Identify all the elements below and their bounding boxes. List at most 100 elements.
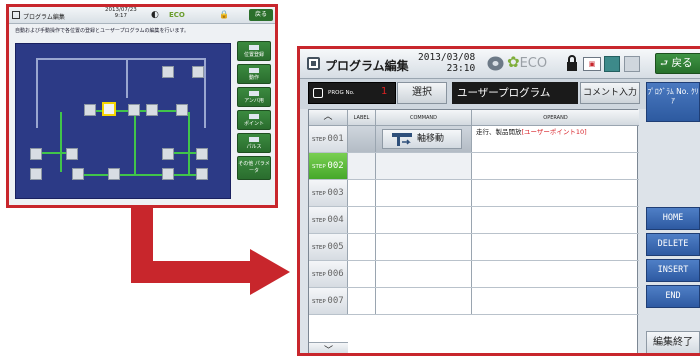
position-map — [15, 43, 231, 199]
program-number-box: PROG No. 1 — [308, 82, 396, 104]
lock-icon: 🔒 — [219, 10, 229, 19]
program-edit-icon — [307, 57, 320, 70]
table-row[interactable]: STEP 001 軸移動 走行、製品開放[ユーザーポイント10] — [309, 126, 639, 153]
label-cell[interactable] — [348, 207, 376, 233]
operand-cell[interactable]: 走行、製品開放[ユーザーポイント10] — [472, 126, 638, 152]
label-cell[interactable] — [348, 180, 376, 206]
zoom-arrow-shaft — [131, 261, 257, 283]
end-button[interactable]: END — [646, 285, 700, 308]
program-name: ユーザープログラム[001] — [452, 82, 578, 121]
command-cell[interactable] — [376, 261, 472, 287]
select-button[interactable]: 選択 — [397, 82, 447, 104]
label-cell[interactable] — [348, 234, 376, 260]
step-cell[interactable]: STEP 001 — [309, 126, 348, 152]
table-row[interactable]: STEP 003 — [309, 180, 639, 207]
map-point[interactable] — [30, 148, 42, 160]
overview-screenshot: プログラム編集 2013/07/23 9:17 ◐ ECO 🔒 戻る 自動および… — [6, 4, 278, 208]
axis-move-command[interactable]: 軸移動 — [382, 129, 462, 149]
command-cell[interactable] — [376, 234, 472, 260]
label-cell[interactable] — [348, 126, 376, 152]
map-point[interactable] — [30, 168, 42, 180]
list-icon — [313, 88, 323, 98]
label-cell[interactable] — [348, 288, 376, 314]
end-edit-button[interactable]: 編集終了 — [646, 331, 700, 353]
small-message: 自動および手動操作で各位置の登録とユーザープログラムの編集を行います。 — [15, 28, 189, 34]
operand-cell[interactable] — [472, 207, 638, 233]
map-point[interactable] — [176, 104, 188, 116]
step-cell[interactable]: STEP 006 — [309, 261, 348, 287]
label-cell[interactable] — [348, 153, 376, 179]
small-side-button[interactable]: パルス — [237, 133, 271, 153]
step-cell[interactable]: STEP 003 — [309, 180, 348, 206]
step-cell[interactable]: STEP 007 — [309, 288, 348, 314]
prog-no-value: 1 — [381, 86, 388, 97]
map-point[interactable] — [196, 148, 208, 160]
operand-cell[interactable] — [472, 153, 638, 179]
small-side-button[interactable]: 位置登録 — [237, 41, 271, 61]
disc-icon: ◐ — [151, 10, 159, 20]
map-point[interactable] — [108, 168, 120, 180]
axis-move-icon — [392, 133, 412, 146]
scroll-up-button[interactable]: ︿ — [309, 110, 348, 126]
small-side-button[interactable]: その他 パラメータ — [237, 156, 271, 180]
step-cell-active[interactable]: STEP 002 — [309, 153, 348, 179]
lock-icon — [567, 55, 577, 71]
map-point[interactable] — [162, 168, 174, 180]
insert-button[interactable]: INSERT — [646, 259, 700, 282]
map-point[interactable] — [196, 168, 208, 180]
prog-no-label: PROG No. — [328, 90, 355, 96]
map-point[interactable] — [192, 66, 204, 78]
map-point[interactable] — [84, 104, 96, 116]
delete-button[interactable]: DELETE — [646, 233, 700, 256]
operand-cell[interactable] — [472, 261, 638, 287]
command-cell[interactable] — [376, 153, 472, 179]
command-cell[interactable]: 軸移動 — [376, 126, 472, 152]
return-icon: ⮐ — [660, 59, 669, 69]
command-cell[interactable] — [376, 180, 472, 206]
small-datetime: 2013/07/23 9:17 — [105, 7, 137, 19]
command-cell[interactable] — [376, 288, 472, 314]
small-titlebar: プログラム編集 2013/07/23 9:17 ◐ ECO 🔒 戻る — [9, 7, 275, 24]
titlebar: プログラム編集 2013/03/08 23:10 ✿ECO ▣ ⮐ 戻る — [300, 49, 700, 79]
operand-cell[interactable] — [472, 234, 638, 260]
table-row[interactable]: STEP 007 — [309, 288, 639, 315]
operand-cell[interactable] — [472, 180, 638, 206]
step-cell[interactable]: STEP 004 — [309, 207, 348, 233]
small-back-button[interactable]: 戻る — [249, 9, 273, 21]
label-cell[interactable] — [348, 261, 376, 287]
table-row[interactable]: STEP 002 — [309, 153, 639, 180]
home-button[interactable]: HOME — [646, 207, 700, 230]
map-point[interactable] — [162, 66, 174, 78]
map-point[interactable] — [162, 148, 174, 160]
comment-input-button[interactable]: コメント入力 — [580, 82, 640, 104]
map-point[interactable] — [72, 168, 84, 180]
table-row[interactable]: STEP 005 — [309, 234, 639, 261]
map-point-selected[interactable] — [102, 102, 116, 116]
command-cell[interactable] — [376, 207, 472, 233]
back-button[interactable]: ⮐ 戻る — [655, 53, 700, 74]
small-side-button[interactable]: 動作 — [237, 64, 271, 84]
map-point[interactable] — [146, 104, 158, 116]
map-wall — [36, 58, 206, 60]
scroll-down-button[interactable]: ﹀ — [309, 342, 348, 353]
operand-cell[interactable] — [472, 288, 638, 314]
status-indicator — [604, 56, 620, 72]
map-point[interactable] — [66, 148, 78, 160]
window-title: プログラム編集 — [325, 59, 409, 73]
map-path — [134, 112, 136, 174]
table-row[interactable]: STEP 006 — [309, 261, 639, 288]
map-point[interactable] — [128, 104, 140, 116]
small-eco-indicator: ECO — [169, 11, 185, 19]
map-path — [60, 112, 62, 172]
table-row[interactable]: STEP 004 — [309, 207, 639, 234]
disc-icon — [487, 56, 504, 71]
step-cell[interactable]: STEP 005 — [309, 234, 348, 260]
map-note — [136, 184, 226, 196]
small-side-button[interactable]: アンバ用 — [237, 87, 271, 107]
zoom-arrow-head — [250, 249, 290, 295]
map-wall — [126, 58, 128, 98]
small-side-button[interactable]: ポイント — [237, 110, 271, 130]
program-no-clear-button[interactable]: ﾌﾟﾛｸﾞﾗﾑ No. ｸﾘｱ — [646, 82, 700, 122]
command-column-header: COMMAND — [376, 110, 472, 126]
map-path — [188, 112, 190, 174]
